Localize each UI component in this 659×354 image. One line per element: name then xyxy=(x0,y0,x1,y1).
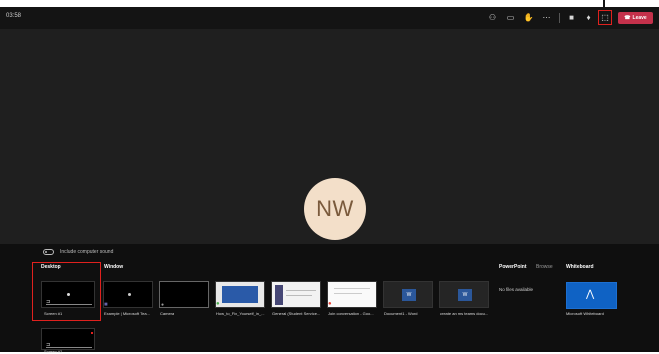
powerpoint-empty-message: No files available xyxy=(499,287,534,292)
include-sound-toggle[interactable] xyxy=(43,249,54,255)
whiteboard-label: Microsoft Whiteboard xyxy=(566,311,604,316)
meeting-toolbar: 03:58 ⚇ ▭ ✋ ⋯ ■ ♦ ⬚ ☎ Leave xyxy=(0,0,659,29)
teams-meeting-window: 03:58 ⚇ ▭ ✋ ⋯ ■ ♦ ⬚ ☎ Leave NW Include c… xyxy=(0,0,659,354)
content-line xyxy=(334,288,370,289)
leave-button[interactable]: ☎ Leave xyxy=(618,12,653,24)
chat-icon[interactable]: ▭ xyxy=(505,12,516,23)
content-line xyxy=(286,295,312,296)
phone-icon: ☎ xyxy=(624,15,631,21)
screen-dot xyxy=(67,293,70,296)
screen-2-thumbnail[interactable]: ⊐ xyxy=(41,328,95,350)
leave-label: Leave xyxy=(632,15,647,21)
share-tray: Include computer sound Desktop Window Po… xyxy=(0,244,659,354)
screen-taskbar xyxy=(46,347,92,348)
window-label-word2: create an ms teams docu... xyxy=(440,311,489,316)
window-thumb-general[interactable] xyxy=(271,281,321,308)
screen-1-thumbnail[interactable]: ⊐ xyxy=(41,281,95,308)
teams-sidebar xyxy=(275,285,283,305)
content-line xyxy=(334,293,362,294)
whiteboard-icon: ⋀ xyxy=(586,289,595,300)
page-banner xyxy=(222,286,258,303)
window-label-general: General (Student Service... xyxy=(272,311,321,316)
content-line xyxy=(286,290,316,291)
avatar-initials: NW xyxy=(316,196,354,221)
window-label-howto: How_to_Fix_Yourself_in_... xyxy=(216,311,265,316)
participant-avatar: NW xyxy=(304,178,366,240)
screen-1-label: Screen #1 xyxy=(44,311,63,316)
share-screen-button[interactable]: ⬚ xyxy=(598,10,612,25)
camera-app-icon: ● xyxy=(161,302,165,308)
camera-icon[interactable]: ■ xyxy=(566,12,577,23)
window-label-camera: Camera xyxy=(160,311,175,316)
teams-logo-icon: ■ xyxy=(104,302,108,308)
thumb-dot xyxy=(128,293,131,296)
window-label-join: Join conversation - Goo... xyxy=(328,311,374,316)
mic-icon[interactable]: ♦ xyxy=(583,12,594,23)
word-icon: W xyxy=(458,289,472,301)
screen-taskbar xyxy=(46,304,92,305)
browse-link[interactable]: Browse xyxy=(536,264,553,270)
section-powerpoint: PowerPoint xyxy=(499,264,527,270)
whiteboard-thumbnail[interactable]: ⋀ xyxy=(566,282,617,309)
people-icon[interactable]: ⚇ xyxy=(487,12,498,23)
window-thumb-howto[interactable]: ● xyxy=(215,281,265,308)
window-thumb-camera[interactable]: ● xyxy=(159,281,209,308)
chrome-icon: ● xyxy=(328,301,332,307)
annotation-pointer xyxy=(603,0,605,9)
more-icon[interactable]: ⋯ xyxy=(541,12,552,23)
section-window: Window xyxy=(104,264,124,270)
include-sound-label: Include computer sound xyxy=(60,249,114,255)
word-icon: W xyxy=(402,289,416,301)
meeting-stage: NW xyxy=(0,29,659,244)
window-label-word1: Document1 - Word xyxy=(384,311,418,316)
chrome-icon: ● xyxy=(216,301,220,307)
toolbar-divider xyxy=(559,13,560,23)
share-screen-icon: ⬚ xyxy=(601,13,609,22)
window-thumb-word2[interactable]: W xyxy=(439,281,489,308)
window-thumb-teams[interactable]: ■ xyxy=(103,281,153,308)
meeting-timer: 03:58 xyxy=(6,13,22,19)
window-thumb-join[interactable]: ● xyxy=(327,281,377,308)
raise-hand-icon[interactable]: ✋ xyxy=(523,12,534,23)
screen-marker xyxy=(91,332,93,334)
window-thumb-word1[interactable]: W xyxy=(383,281,433,308)
section-whiteboard: Whiteboard xyxy=(566,264,594,270)
monitor-icon: ⊐ xyxy=(46,299,51,305)
window-label-teams: Example | Microsoft Tea... xyxy=(104,311,150,316)
